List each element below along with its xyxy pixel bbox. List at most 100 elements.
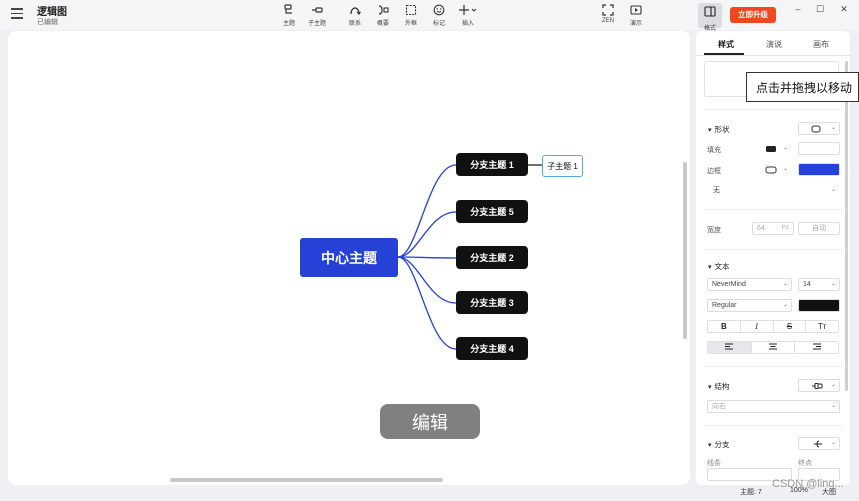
structure-section-title[interactable]: 结构 xyxy=(708,381,730,392)
width-input[interactable]: 64 PX xyxy=(752,222,794,235)
width-auto-button[interactable]: 自动 xyxy=(798,222,840,235)
fill-type-select[interactable]: ⌄ xyxy=(752,142,792,155)
boundary-button[interactable]: 外框 xyxy=(397,4,425,28)
chevron-down-icon: ⌄ xyxy=(830,403,836,409)
structure-direction-value: 向右 xyxy=(712,403,726,410)
format-panel-icon xyxy=(704,6,716,17)
zen-mode-button[interactable]: ZEN xyxy=(594,4,622,28)
chevron-down-icon: ⌄ xyxy=(782,302,788,308)
align-left-icon xyxy=(725,343,734,350)
subtopic-button[interactable]: 子主题 xyxy=(303,4,331,28)
central-topic[interactable]: 中心主题 xyxy=(300,238,398,277)
divider xyxy=(704,366,842,367)
text-case-button[interactable]: Tт xyxy=(806,321,838,332)
border-label: 边框 xyxy=(707,168,721,175)
align-right-icon xyxy=(812,343,821,350)
text-section-title[interactable]: 文本 xyxy=(708,261,730,272)
topic-button[interactable]: 主题 xyxy=(275,4,303,28)
text-color-swatch[interactable] xyxy=(798,299,840,312)
edit-toast: 编辑 xyxy=(380,404,480,439)
relationship-label: 联系 xyxy=(348,21,361,27)
window-close-button[interactable]: ✕ xyxy=(836,3,852,15)
align-left-button[interactable] xyxy=(708,342,752,353)
branch-topic-3[interactable]: 分支主题 3 xyxy=(456,291,528,314)
insert-label: 插入 xyxy=(461,21,474,27)
align-right-button[interactable] xyxy=(795,342,838,353)
branch-topic-4[interactable]: 分支主题 4 xyxy=(456,337,528,360)
summary-icon xyxy=(378,5,389,15)
branch-section-title[interactable]: 分支 xyxy=(708,439,730,450)
chevron-down-icon: ⌄ xyxy=(830,382,836,388)
tab-canvas[interactable]: 画布 xyxy=(813,39,829,50)
chevron-down-icon: ⌄ xyxy=(782,166,788,172)
marker-smiley-icon xyxy=(433,4,445,16)
tab-style[interactable]: 样式 xyxy=(718,39,734,50)
relationship-button[interactable]: 联系 xyxy=(341,4,369,28)
branch-line-label: 线条 xyxy=(707,460,721,467)
top-bar: 逻辑图 已编辑 主题 子主题 联系 概要 外框 标记 插入 ZEN 演示 格式 xyxy=(0,0,859,32)
structure-type-select[interactable]: ⌄ xyxy=(798,379,840,392)
shape-section-title[interactable]: 形状 xyxy=(708,124,730,135)
border-style-value: 无 xyxy=(713,187,720,194)
branch-curve-icon xyxy=(814,440,822,448)
align-center-icon xyxy=(769,343,777,350)
chevron-down-icon: ⌄ xyxy=(830,125,836,131)
hamburger-menu-icon[interactable] xyxy=(11,8,23,20)
font-size-select[interactable]: 14 ⌄ xyxy=(798,278,840,291)
boundary-label: 外框 xyxy=(404,21,417,27)
tab-divider xyxy=(696,55,850,56)
marker-button[interactable]: 标记 xyxy=(425,4,453,28)
insert-button[interactable]: 插入 xyxy=(454,4,482,28)
present-play-icon xyxy=(630,5,642,15)
upgrade-button[interactable]: 立即升级 xyxy=(730,7,776,23)
chevron-down-icon: ⌄ xyxy=(782,145,788,151)
branch-topic-2[interactable]: 分支主题 2 xyxy=(456,246,528,269)
canvas-vertical-scrollbar[interactable] xyxy=(683,162,687,339)
width-label: 宽度 xyxy=(707,227,721,234)
border-type-select[interactable]: ⌄ xyxy=(752,163,792,176)
border-style-select[interactable]: 无 ⌄ xyxy=(708,184,840,197)
window-maximize-button[interactable]: ☐ xyxy=(812,3,828,15)
width-value: 64 xyxy=(757,225,765,232)
relationship-icon xyxy=(350,7,361,15)
divider xyxy=(704,425,842,426)
fill-label: 填充 xyxy=(707,147,721,154)
summary-button[interactable]: 概要 xyxy=(369,4,397,28)
insert-plus-icon xyxy=(459,5,477,15)
zen-label: ZEN xyxy=(602,18,614,24)
font-weight-value: Regular xyxy=(712,302,737,309)
canvas-horizontal-scrollbar[interactable] xyxy=(170,478,443,482)
structure-direction-select[interactable]: 向右 ⌄ xyxy=(707,400,840,413)
border-color-swatch[interactable] xyxy=(798,163,840,176)
align-center-button[interactable] xyxy=(752,342,796,353)
document-title[interactable]: 逻辑图 xyxy=(37,3,67,18)
subtopic-icon xyxy=(312,7,323,13)
branch-topic-5[interactable]: 分支主题 5 xyxy=(456,200,528,223)
panel-scrollbar[interactable] xyxy=(845,61,848,391)
font-family-select[interactable]: NeverMind ⌄ xyxy=(707,278,792,291)
font-size-value: 14 xyxy=(803,281,811,288)
document-status: 已编辑 xyxy=(37,19,58,26)
strikethrough-button[interactable]: S xyxy=(774,321,807,332)
text-align-buttons xyxy=(707,341,839,354)
text-style-buttons: B I S Tт xyxy=(707,320,839,333)
present-button[interactable]: 演示 xyxy=(622,4,650,28)
branch-style-select[interactable]: ⌄ xyxy=(798,437,840,450)
shape-select[interactable]: ⌄ xyxy=(798,122,840,135)
mindmap-canvas[interactable]: 中心主题 分支主题 1 分支主题 5 分支主题 2 分支主题 3 分支主题 4 … xyxy=(8,31,690,485)
subtopic-1[interactable]: 子主题 1 xyxy=(542,155,583,177)
present-label: 演示 xyxy=(629,21,642,27)
font-weight-select[interactable]: Regular ⌄ xyxy=(707,299,792,312)
italic-button[interactable]: I xyxy=(741,321,774,332)
format-panel-button[interactable]: 格式 xyxy=(698,3,722,32)
window-minimize-button[interactable]: – xyxy=(790,3,806,15)
zen-expand-icon xyxy=(602,4,614,16)
bold-button[interactable]: B xyxy=(708,321,741,332)
branch-topic-1[interactable]: 分支主题 1 xyxy=(456,153,528,176)
tab-pitch[interactable]: 演说 xyxy=(766,39,782,50)
border-outline-icon xyxy=(765,166,777,174)
subtopic-label: 子主题 xyxy=(307,21,326,27)
fill-color-swatch[interactable] xyxy=(798,142,840,155)
font-family-value: NeverMind xyxy=(712,281,746,288)
boundary-icon xyxy=(405,4,417,16)
